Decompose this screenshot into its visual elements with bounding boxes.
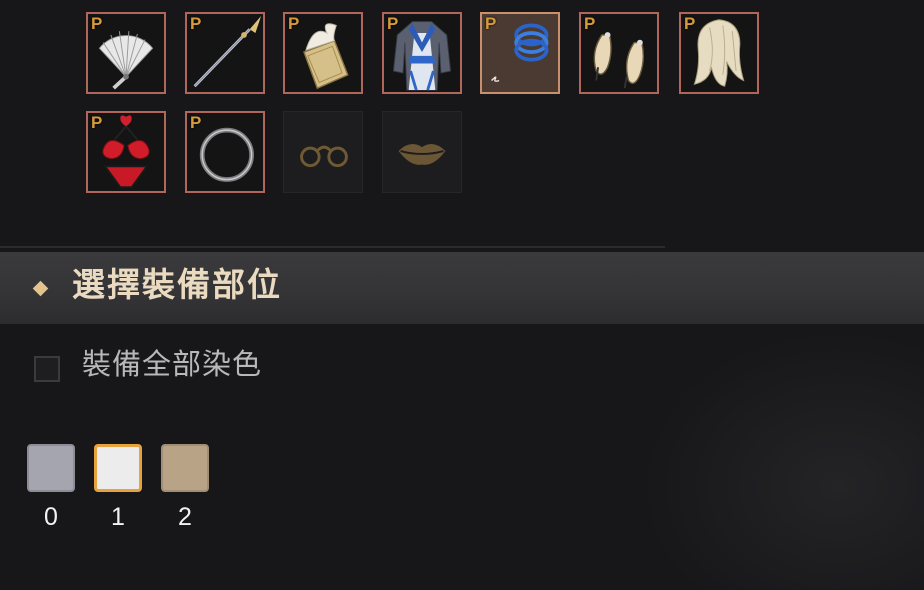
slot-ring[interactable]: P (185, 111, 265, 193)
slot-shoes[interactable]: P (579, 12, 659, 94)
color-swatch-0[interactable] (27, 444, 75, 492)
slot-glasses[interactable] (283, 111, 363, 193)
slot-underwear[interactable]: P (86, 111, 166, 193)
dye-all-label[interactable]: 裝備全部染色 (82, 346, 262, 382)
slot-spear[interactable]: P (185, 12, 265, 94)
premium-badge: P (190, 14, 202, 33)
slot-book[interactable]: P (283, 12, 363, 94)
slot-outfit[interactable]: P (382, 12, 462, 94)
premium-badge: P (584, 14, 596, 33)
swatch-label-2: 2 (178, 503, 192, 531)
slot-fan[interactable]: P (86, 12, 166, 94)
divider (0, 246, 665, 248)
premium-badge: P (91, 14, 103, 33)
premium-badge: P (91, 113, 103, 132)
premium-badge: P (288, 14, 300, 33)
section-title: 選擇裝備部位 (72, 265, 282, 304)
color-swatch-2[interactable] (161, 444, 209, 492)
premium-badge: P (684, 14, 696, 33)
slot-bracelet[interactable]: P (480, 12, 560, 94)
premium-badge: P (190, 113, 202, 132)
premium-badge: P (485, 14, 497, 33)
glasses-icon (300, 145, 348, 168)
swatch-label-0: 0 (44, 503, 58, 531)
dye-all-checkbox[interactable] (34, 356, 60, 382)
slot-lips[interactable] (382, 111, 462, 193)
background-glow (640, 330, 924, 590)
slot-hair[interactable]: P (679, 12, 759, 94)
swatch-label-1: 1 (111, 503, 125, 531)
color-swatch-1[interactable] (94, 444, 142, 492)
premium-badge: P (387, 14, 399, 33)
lips-icon (398, 144, 446, 165)
